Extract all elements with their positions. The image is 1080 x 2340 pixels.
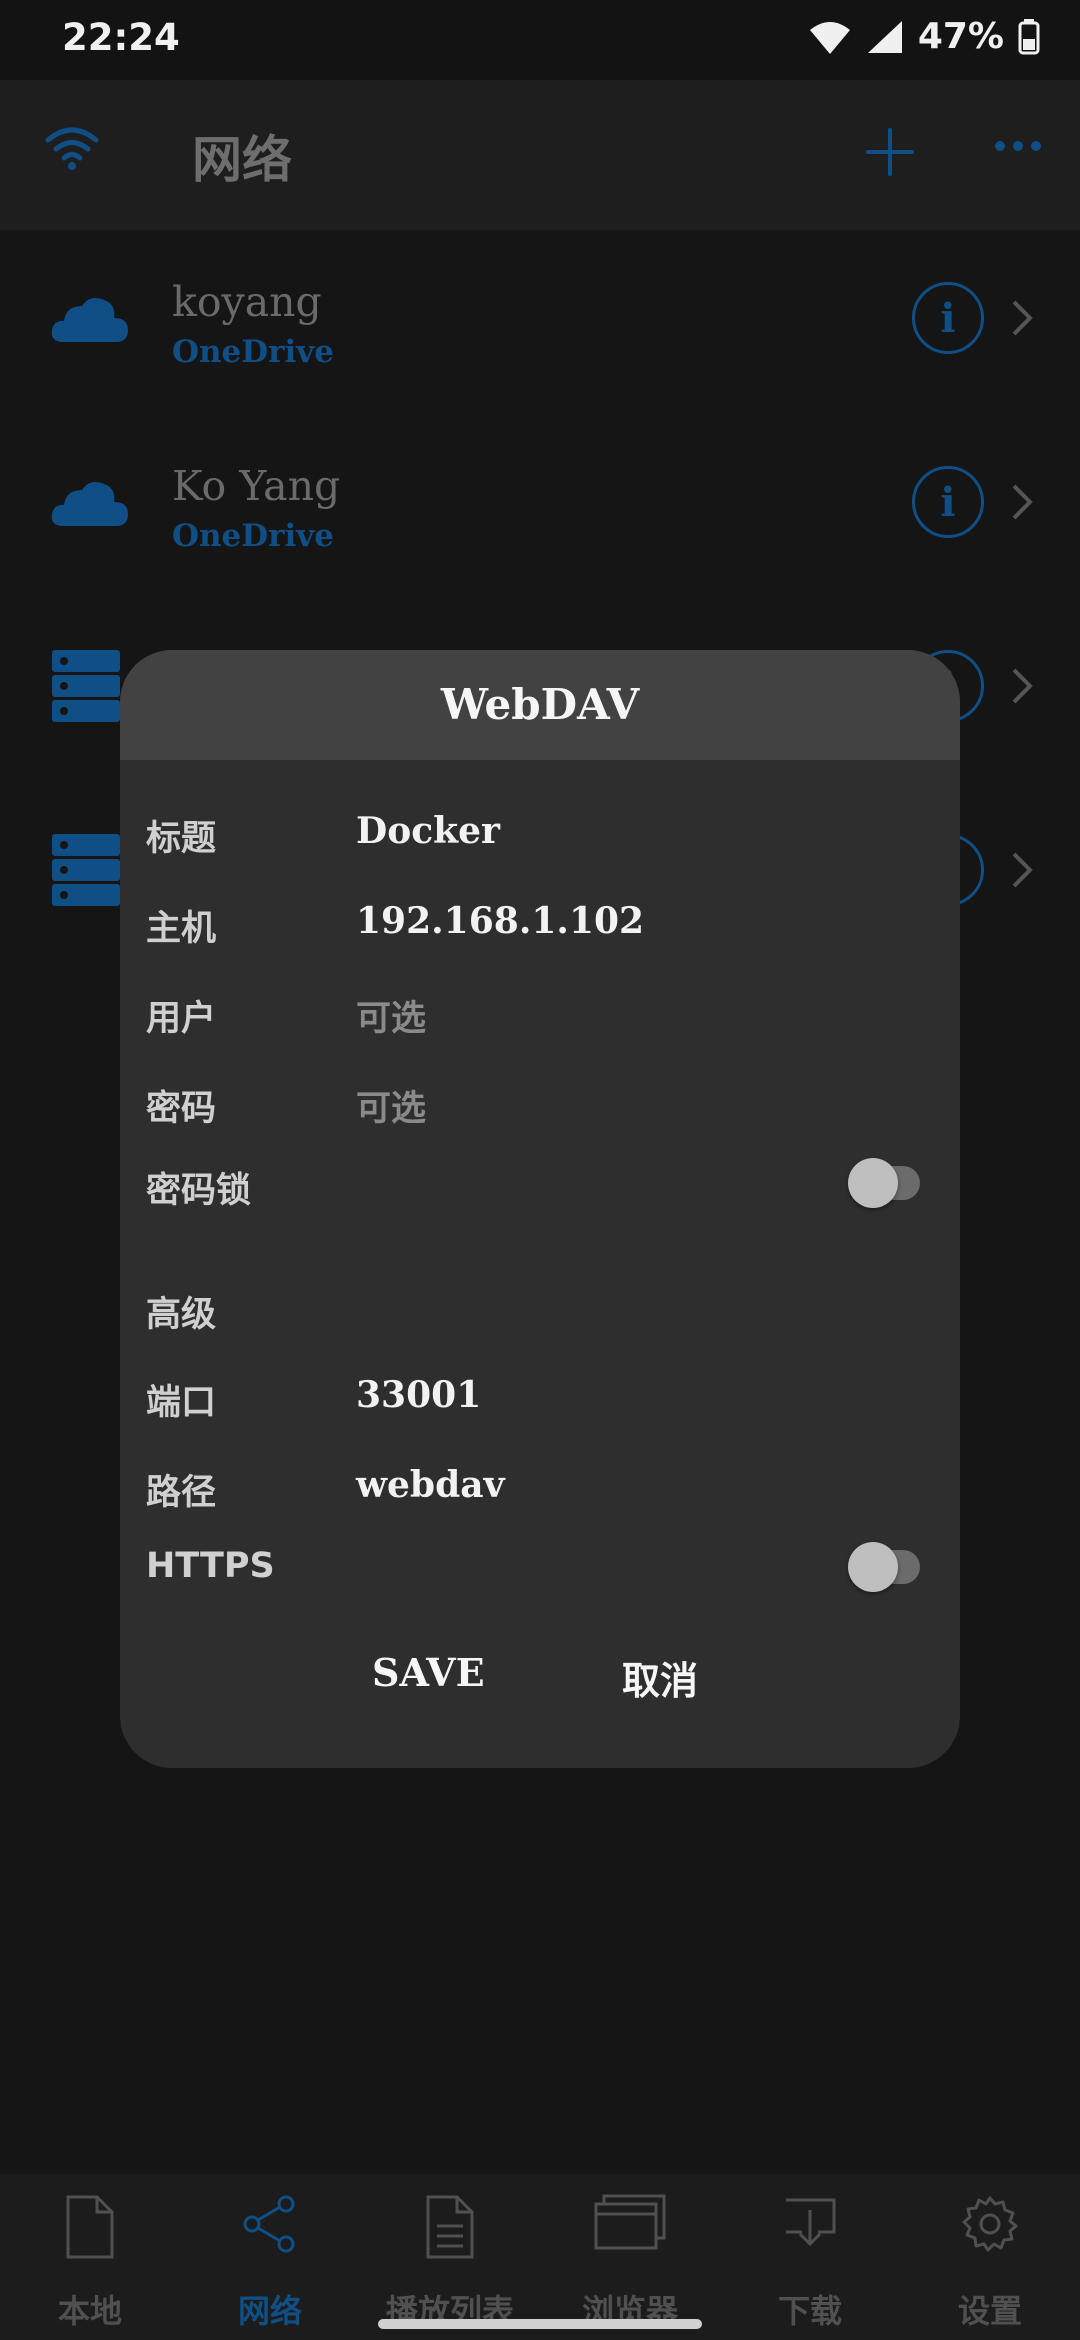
dialog-header: WebDAV — [120, 650, 960, 760]
status-icons: 47% — [808, 16, 1040, 57]
host-label: 主机 — [146, 909, 217, 949]
connection-row[interactable]: Ko Yang OneDrive i — [0, 414, 1080, 598]
port-label: 端口 — [146, 1383, 217, 1423]
connection-type: OneDrive — [172, 518, 334, 554]
home-indicator[interactable] — [378, 2319, 702, 2329]
cancel-button[interactable]: 取消 — [622, 1650, 698, 1705]
app-bar: 网络 — [0, 80, 1080, 230]
save-button[interactable]: SAVE — [372, 1650, 485, 1695]
bottom-nav: 本地 网络 播放列表 浏览器 下载 设置 — [0, 2174, 1080, 2340]
nav-item-local[interactable]: 本地 — [0, 2174, 180, 2340]
nav-label: 设置 — [957, 2292, 1022, 2330]
password-lock-label: 密码锁 — [146, 1171, 252, 1211]
path-label: 路径 — [146, 1473, 217, 1513]
info-icon[interactable]: i — [912, 282, 984, 354]
https-toggle[interactable] — [848, 1542, 928, 1592]
status-bar: 22:24 47% — [0, 0, 1080, 80]
connection-name: koyang — [172, 278, 322, 326]
password-input[interactable]: 可选 — [356, 1080, 426, 1131]
chevron-right-icon — [1012, 484, 1033, 520]
cloud-icon — [51, 298, 128, 342]
chevron-right-icon — [1012, 668, 1033, 704]
title-label: 标题 — [146, 819, 217, 859]
nav-item-network[interactable]: 网络 — [180, 2174, 360, 2340]
status-time: 22:24 — [62, 16, 180, 59]
path-input[interactable]: webdav — [356, 1464, 504, 1506]
battery-percent: 47% — [917, 16, 1004, 57]
server-icon — [52, 834, 120, 906]
nav-item-download[interactable]: 下载 — [720, 2174, 900, 2340]
nav-item-browser[interactable]: 浏览器 — [540, 2174, 720, 2340]
gear-icon — [962, 2196, 1018, 2252]
download-icon — [786, 2198, 836, 2247]
port-input[interactable]: 33001 — [356, 1374, 481, 1416]
connection-name: Ko Yang — [172, 462, 341, 510]
cell-signal-icon — [867, 20, 902, 53]
password-lock-toggle[interactable] — [848, 1158, 928, 1208]
nav-label: 本地 — [57, 2292, 122, 2330]
wifi-signal-icon — [809, 21, 850, 54]
chevron-right-icon — [1012, 300, 1033, 336]
dialog-title: WebDAV — [440, 680, 640, 729]
more-icon[interactable] — [994, 138, 1042, 154]
cloud-icon — [51, 482, 128, 526]
title-input[interactable]: Docker — [356, 810, 500, 852]
https-label: HTTPS — [146, 1546, 275, 1586]
wifi-icon[interactable] — [44, 126, 100, 170]
nav-label: 下载 — [777, 2292, 842, 2330]
chevron-right-icon — [1012, 852, 1033, 888]
password-label: 密码 — [146, 1089, 217, 1129]
nav-item-playlist[interactable]: 播放列表 — [360, 2174, 540, 2340]
plus-icon[interactable] — [862, 124, 918, 180]
info-icon[interactable]: i — [912, 466, 984, 538]
playlist-icon — [426, 2195, 474, 2259]
battery-icon — [1018, 18, 1040, 54]
nav-item-settings[interactable]: 设置 — [900, 2174, 1080, 2340]
nav-label: 网络 — [237, 2292, 302, 2330]
connection-type: OneDrive — [172, 334, 334, 370]
host-input[interactable]: 192.168.1.102 — [356, 900, 644, 942]
server-icon — [52, 650, 120, 722]
page-title: 网络 — [192, 131, 292, 189]
user-label: 用户 — [146, 999, 217, 1039]
user-input[interactable]: 可选 — [356, 990, 426, 1041]
connection-row[interactable]: koyang OneDrive i — [0, 230, 1080, 414]
browser-icon — [594, 2194, 666, 2250]
webdav-dialog: WebDAV 标题 Docker 主机 192.168.1.102 用户 可选 … — [120, 650, 960, 1768]
advanced-label: 高级 — [146, 1295, 217, 1335]
file-icon — [66, 2195, 114, 2259]
share-icon — [243, 2195, 295, 2253]
